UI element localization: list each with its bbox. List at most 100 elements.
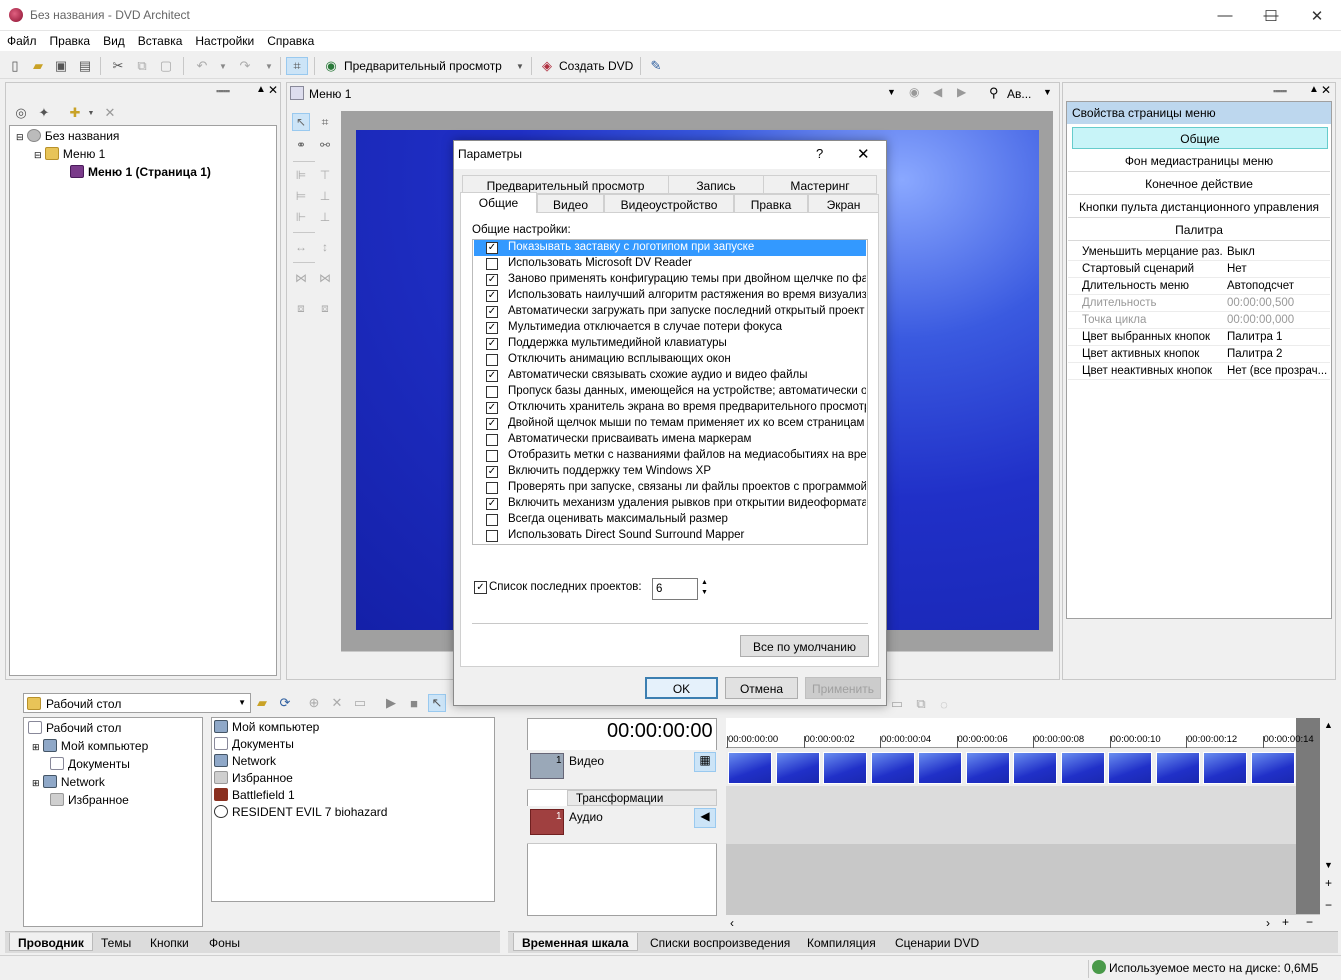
option-checkbox[interactable] bbox=[486, 514, 498, 526]
option-checkbox[interactable]: ✓ bbox=[486, 498, 498, 510]
views-icon[interactable]: ▭ bbox=[351, 694, 369, 712]
video-frame-thumbnail[interactable] bbox=[728, 752, 772, 784]
play-icon[interactable]: ▶ bbox=[382, 694, 400, 712]
zoom-icon[interactable]: ⚲ bbox=[989, 85, 999, 101]
tree-favorites[interactable]: Избранное bbox=[50, 793, 129, 807]
add-dropdown-icon[interactable]: ▼ bbox=[82, 104, 100, 122]
location-select[interactable]: Рабочий стол ▼ bbox=[23, 693, 251, 713]
tab-record[interactable]: Запись bbox=[668, 175, 764, 194]
menu-select[interactable]: Меню 1 bbox=[309, 87, 351, 101]
option-checkbox[interactable]: ✓ bbox=[486, 370, 498, 382]
timeline-tool-icon[interactable]: ◌ bbox=[935, 695, 953, 713]
vzoom-out-icon[interactable]: − bbox=[1325, 898, 1332, 912]
paste-icon[interactable]: ▢ bbox=[157, 57, 175, 75]
recent-projects-stepper[interactable]: ▲ ▼ bbox=[699, 578, 710, 600]
option-row[interactable]: ✓ Поддержка мультимедийной клавиатуры bbox=[474, 336, 866, 352]
tab-dvd-scripts[interactable]: Сценарии DVD bbox=[887, 933, 987, 951]
video-frame-thumbnail[interactable] bbox=[775, 752, 820, 784]
option-checkbox[interactable]: ✓ bbox=[486, 418, 498, 430]
preview-icon[interactable]: ◉ bbox=[322, 57, 340, 75]
scroll-right-icon[interactable]: › bbox=[1266, 916, 1270, 930]
recent-projects-checkbox[interactable]: ✓ bbox=[474, 581, 487, 594]
delete-icon[interactable]: ✕ bbox=[101, 104, 119, 122]
prop-palette-button[interactable]: Палитра bbox=[1068, 219, 1330, 241]
cancel-button[interactable]: Отмена bbox=[725, 677, 798, 699]
option-row[interactable]: Проверять при запуске, связаны ли файлы … bbox=[474, 480, 866, 496]
tab-playlists[interactable]: Списки воспроизведения bbox=[642, 933, 798, 951]
menu-file[interactable]: Файл bbox=[0, 31, 43, 48]
tab-themes[interactable]: Темы bbox=[93, 933, 139, 951]
option-row[interactable]: ✓ Автоматически связывать схожие аудио и … bbox=[474, 368, 866, 384]
prop-row[interactable]: Длительность 00:00:00,500 bbox=[1068, 295, 1330, 312]
tree-documents[interactable]: Документы bbox=[50, 757, 130, 771]
option-row[interactable]: Автоматически присваивать имена маркерам bbox=[474, 432, 866, 448]
tab-timeline[interactable]: Временная шкала bbox=[513, 933, 638, 951]
render-icon[interactable]: ▤ bbox=[76, 57, 94, 75]
tree-network[interactable]: ⊞ Network bbox=[32, 775, 105, 789]
new-file-icon[interactable]: ▯ bbox=[6, 57, 24, 75]
video-frame-thumbnail[interactable] bbox=[918, 752, 962, 784]
video-frame-thumbnail[interactable] bbox=[1108, 752, 1152, 784]
video-frame-thumbnail[interactable] bbox=[823, 752, 867, 784]
tree-menu[interactable]: ⊟ Меню 1 bbox=[34, 147, 105, 161]
option-row[interactable]: ✓ Отключить хранитель экрана во время пре… bbox=[474, 400, 866, 416]
tree-page[interactable]: Меню 1 (Страница 1) bbox=[70, 165, 211, 179]
unlink-tool-icon[interactable]: ⚯ bbox=[316, 136, 334, 154]
scroll-down-icon[interactable]: ▼ bbox=[1324, 860, 1333, 870]
timeline-hscroll[interactable]: ‹ › + − bbox=[726, 914, 1320, 932]
prop-row[interactable]: Цвет активных кнопок Палитра 2 bbox=[1068, 346, 1330, 363]
tab-mastering[interactable]: Мастеринг bbox=[763, 175, 877, 194]
add-media-icon[interactable]: ⊕ bbox=[305, 694, 323, 712]
prop-row[interactable]: Цвет выбранных кнопок Палитра 1 bbox=[1068, 329, 1330, 346]
nav-forward-icon[interactable]: ▶ bbox=[957, 85, 966, 99]
option-row[interactable]: ✓ Показывать заставку с логотипом при зап… bbox=[474, 240, 866, 256]
scroll-up-icon[interactable]: ▲ bbox=[1324, 720, 1333, 730]
prop-row[interactable]: Длительность меню Автоподсчет bbox=[1068, 278, 1330, 295]
option-row[interactable]: ✓ Мультимедиа отключается в случае потери… bbox=[474, 320, 866, 336]
zoom-dropdown-icon[interactable]: ▼ bbox=[1043, 87, 1052, 97]
prop-remote-buttons-button[interactable]: Кнопки пульта дистанционного управления bbox=[1068, 196, 1330, 218]
center-h-icon[interactable]: ⧈ bbox=[292, 299, 310, 317]
tab-compilation[interactable]: Компиляция bbox=[799, 933, 884, 951]
video-frame-thumbnail[interactable] bbox=[1250, 752, 1295, 784]
star-icon[interactable]: ✦ bbox=[35, 104, 53, 122]
snap-icon[interactable]: ⌗ bbox=[286, 57, 308, 75]
scroll-left-icon[interactable]: ‹ bbox=[730, 916, 734, 930]
delete-media-icon[interactable]: ✕ bbox=[328, 694, 346, 712]
option-checkbox[interactable]: ✓ bbox=[486, 466, 498, 478]
dialog-close-button[interactable]: ✕ bbox=[857, 145, 870, 163]
speaker-icon[interactable]: ◀ bbox=[694, 808, 716, 828]
video-frame-thumbnail[interactable] bbox=[1203, 752, 1247, 784]
option-checkbox[interactable]: ✓ bbox=[486, 290, 498, 302]
menu-select-dropdown-icon[interactable]: ▼ bbox=[887, 87, 896, 97]
tab-explorer[interactable]: Проводник bbox=[9, 933, 93, 951]
nav-up-icon[interactable]: ◉ bbox=[909, 85, 919, 99]
panel-close-icon[interactable]: ✕ bbox=[268, 83, 278, 97]
location-dropdown-icon[interactable]: ▼ bbox=[238, 698, 246, 707]
same-width-icon[interactable]: ↔ bbox=[292, 238, 310, 256]
option-checkbox[interactable] bbox=[486, 482, 498, 494]
stop-icon[interactable]: ■ bbox=[405, 694, 423, 712]
nav-back-icon[interactable]: ◀ bbox=[933, 85, 942, 99]
redo-dropdown-icon[interactable]: ▼ bbox=[260, 57, 278, 75]
panel-pin-icon[interactable]: ▲ bbox=[256, 84, 266, 95]
tab-general[interactable]: Общие bbox=[460, 192, 537, 213]
option-row[interactable]: Отобразить метки с названиями файлов на … bbox=[474, 448, 866, 464]
zoom-in-icon[interactable]: + bbox=[1282, 915, 1289, 929]
align-bottom-icon[interactable]: ⊥ bbox=[316, 208, 334, 226]
option-checkbox[interactable] bbox=[486, 386, 498, 398]
preview-button[interactable]: Предварительный просмотр bbox=[344, 59, 502, 73]
menu-edit[interactable]: Правка bbox=[43, 31, 97, 48]
option-checkbox[interactable] bbox=[486, 354, 498, 366]
option-row[interactable]: ✓ Включить поддержку тем Windows XP bbox=[474, 464, 866, 480]
transform-label[interactable]: Трансформации bbox=[567, 790, 717, 806]
close-button[interactable]: ✕ bbox=[1294, 0, 1340, 31]
tab-buttons[interactable]: Кнопки bbox=[142, 933, 197, 951]
create-dvd-icon[interactable]: ◈ bbox=[538, 57, 556, 75]
video-frame-thumbnail[interactable] bbox=[965, 752, 1010, 784]
tree-my-computer[interactable]: ⊞ Мой компьютер bbox=[32, 739, 148, 753]
explorer-splitter[interactable] bbox=[203, 717, 211, 927]
option-row[interactable]: ✓ Включить механизм удаления рывков при о… bbox=[474, 496, 866, 512]
option-checkbox[interactable] bbox=[486, 258, 498, 270]
video-frame-thumbnail[interactable] bbox=[1013, 752, 1057, 784]
